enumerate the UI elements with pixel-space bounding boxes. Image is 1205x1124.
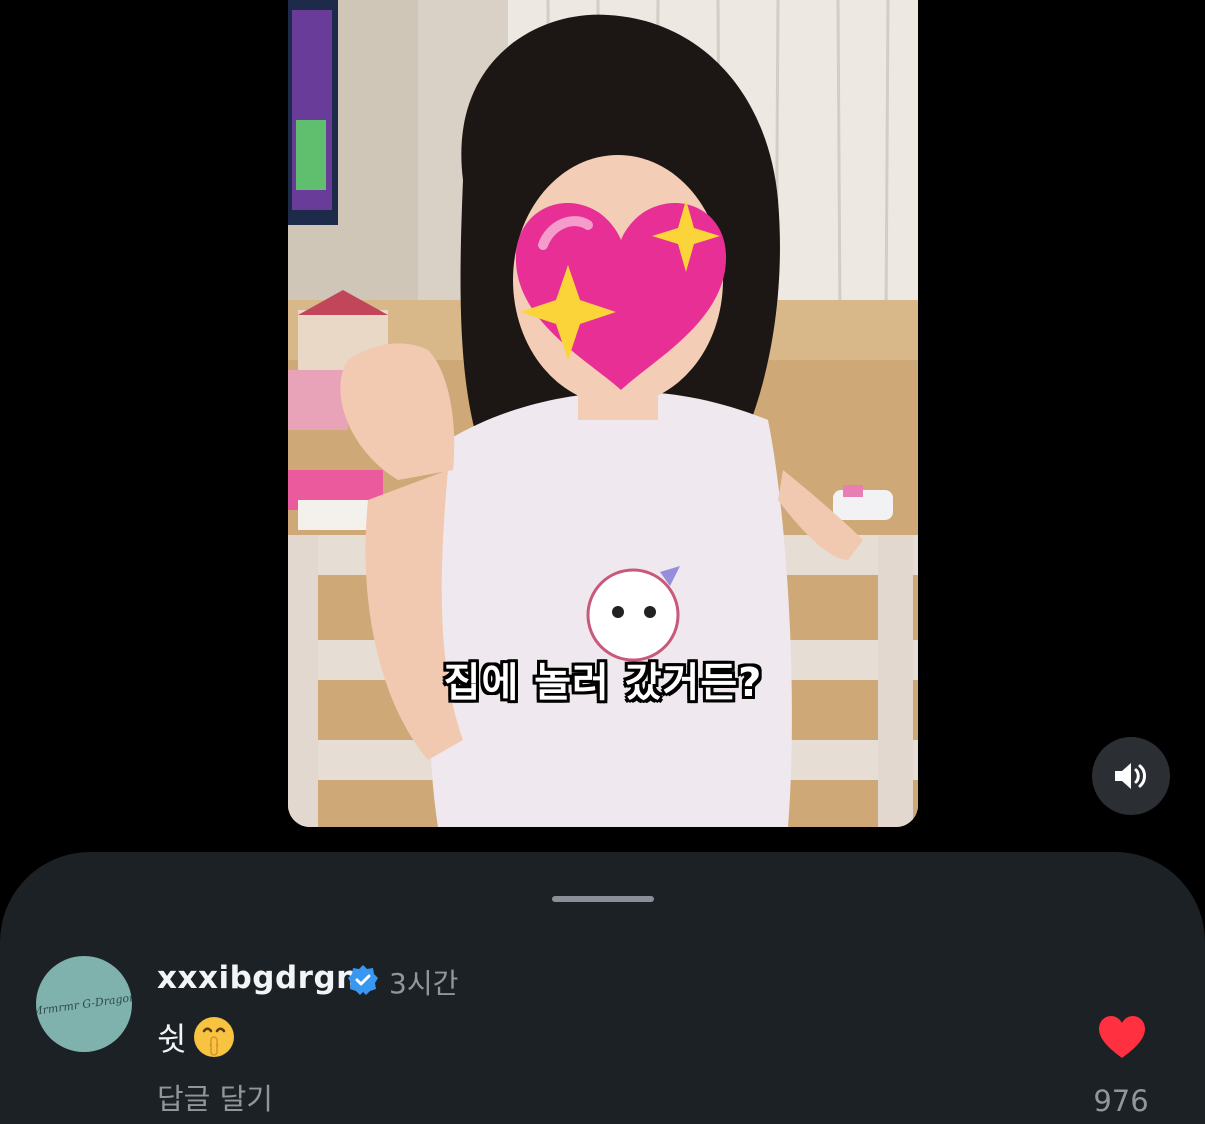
heart-icon[interactable]	[1097, 1014, 1147, 1060]
video-player[interactable]: 집에 놀러 갔거든?	[288, 0, 918, 827]
comment-text: 쉿	[157, 1020, 187, 1058]
sound-toggle-button[interactable]	[1092, 737, 1170, 815]
shushing-face-emoji	[194, 1017, 235, 1057]
speaker-volume-icon	[1115, 763, 1146, 789]
avatar[interactable]: Mrmrmr G-Dragon	[36, 956, 132, 1052]
comment-username[interactable]: xxxibgdrgn	[157, 960, 359, 996]
verified-badge-icon	[348, 965, 378, 995]
like-count: 976	[1093, 1084, 1149, 1118]
screen: 집에 놀러 갔거든? Mrmrmr G-Dragon xxxibgdrgn 3시…	[0, 0, 1205, 1124]
comment-timestamp: 3시간	[389, 967, 459, 1000]
comment-body: 쉿	[157, 1014, 236, 1060]
comment-sheet: Mrmrmr G-Dragon xxxibgdrgn 3시간 쉿 답글 달기 9…	[0, 852, 1205, 1124]
video-caption: 집에 놀러 갔거든?	[443, 660, 763, 706]
sheet-drag-handle[interactable]	[552, 896, 654, 902]
reply-button[interactable]: 답글 달기	[157, 1076, 273, 1118]
avatar-signature: Mrmrmr G-Dragon	[36, 990, 132, 1018]
